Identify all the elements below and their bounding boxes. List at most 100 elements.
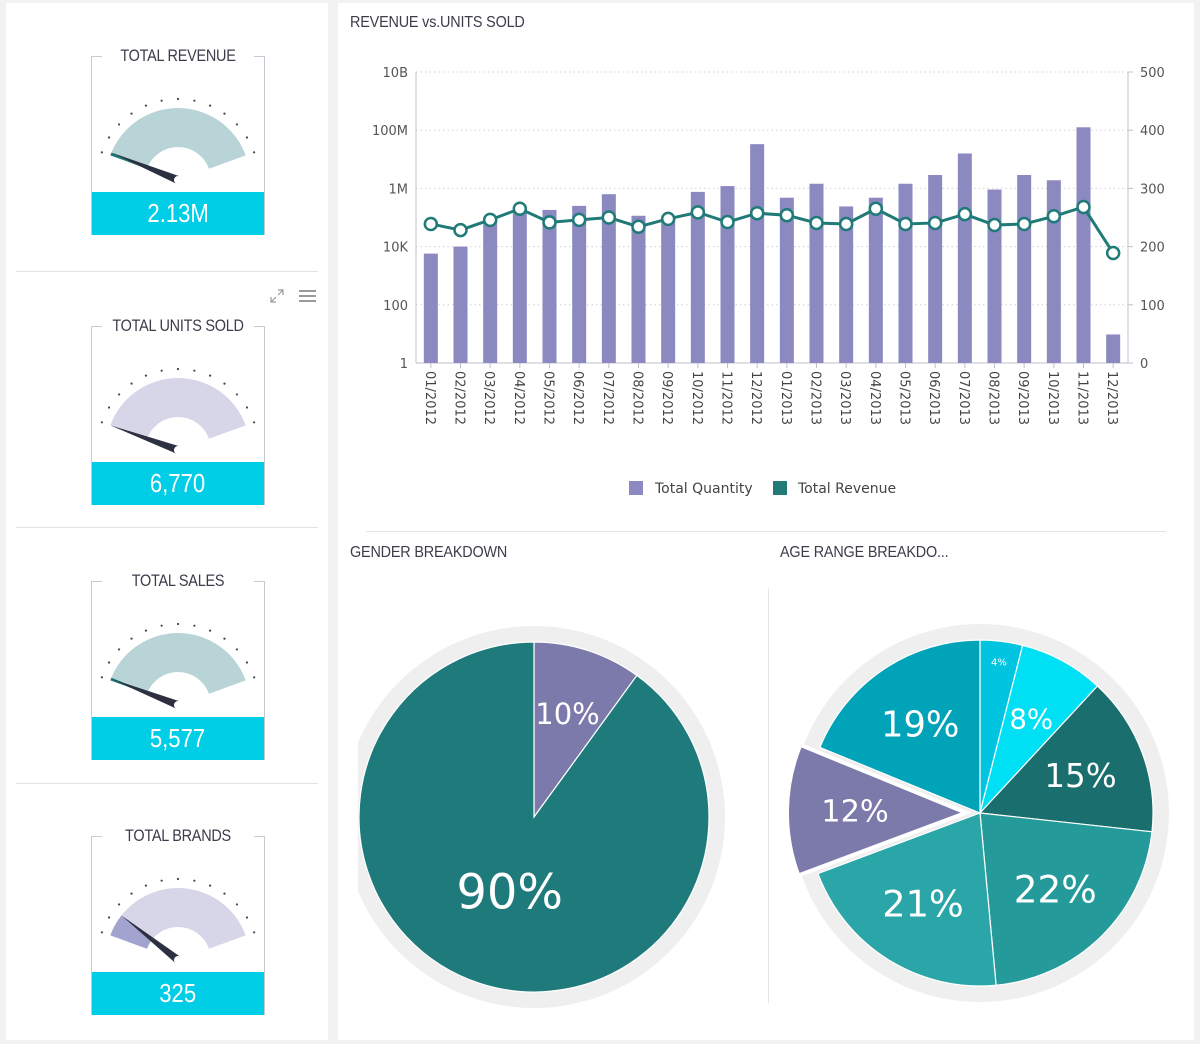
pie-slice (358, 641, 710, 993)
line-point (512, 201, 528, 216)
bar (572, 205, 587, 363)
legend-label-revenue: Total Revenue (797, 481, 896, 497)
gauge-tick (253, 421, 256, 424)
line-point (720, 214, 735, 230)
gauge-tick (208, 104, 212, 107)
left-axis-tick-label: 10B (383, 66, 408, 81)
gauge-tick (130, 637, 133, 640)
gauge-tick (208, 884, 212, 887)
pie-slice-label: 4% (991, 657, 1007, 668)
x-axis-tick-label: 11/2013 (1075, 371, 1090, 425)
kpi-value: 6,770 (92, 462, 264, 505)
gauge-icon: 0550,000 (100, 622, 256, 728)
x-axis-tick-label: 07/2012 (600, 371, 615, 425)
kpi-frame: TOTAL SALES 0550,000 5,577 (91, 571, 265, 760)
gauge-tick (130, 112, 133, 115)
right-axis-tick-label: 300 (1140, 182, 1165, 197)
gauge-band (110, 633, 246, 694)
gauge-tick (208, 629, 212, 632)
kpi-value: 5,577 (92, 717, 264, 760)
gauge-tick (176, 367, 180, 371)
x-axis-tick-label: 05/2012 (541, 371, 556, 425)
bar (957, 153, 972, 363)
line-point (1016, 216, 1032, 232)
kpi-total-revenue: TOTAL REVENUE 0125M 2.13M (16, 3, 318, 271)
gauge-tick (208, 374, 212, 377)
kpi-total-sales: TOTAL SALES 0550,000 5,577 (16, 527, 318, 783)
left-axis-tick-label: 1M (389, 182, 409, 197)
line-point (838, 216, 854, 232)
x-axis-tick-label: 11/2012 (719, 371, 734, 425)
line-point (482, 212, 498, 228)
x-axis-tick-label: 06/2012 (570, 371, 585, 425)
gauge-tick (223, 892, 226, 895)
gauge-tick (245, 136, 249, 139)
right-axis-tick-label: 100 (1140, 299, 1165, 314)
gauge-icon: 0125M (100, 97, 256, 203)
kpi-frame: TOTAL UNITS SOLD 0125M 6,770 (91, 316, 265, 505)
gauge-tick (117, 903, 121, 906)
kpi-total-brands: TOTAL BRANDS 02,500 325 (16, 783, 318, 1039)
line-point (927, 215, 943, 231)
gauge-tick (144, 104, 148, 107)
bar (542, 209, 557, 363)
bar (1076, 127, 1091, 363)
x-axis-tick-label: 01/2012 (422, 371, 437, 425)
gauge-tick (235, 903, 239, 906)
gauge-tick (160, 369, 163, 372)
bar (750, 144, 765, 363)
gauge-tick (144, 629, 148, 632)
x-axis-tick-label: 02/2013 (808, 371, 823, 425)
x-axis-tick-label: 09/2012 (659, 371, 674, 425)
gauge-tick (176, 877, 180, 881)
left-axis-tick-label: 100 (383, 299, 408, 314)
gauge-tick (117, 123, 121, 126)
gauge-tick (144, 884, 148, 887)
x-axis-tick-label: 05/2013 (897, 371, 912, 425)
gauge-tick (107, 916, 111, 919)
pie-slice-label: 90% (456, 865, 563, 921)
x-axis-tick-label: 07/2013 (956, 371, 971, 425)
gauge-tick (117, 393, 121, 396)
line-point (779, 207, 795, 223)
x-axis-tick-label: 12/2012 (748, 371, 763, 425)
gauge-tick (100, 931, 103, 934)
kpi-value: 2.13M (92, 192, 264, 235)
line-point (690, 205, 706, 220)
revenue-units-chart: 0 100 200 300 400 500 1 100 10K 1M 100M 10B 01/2012 0… (372, 66, 1165, 497)
gauge-tick (130, 892, 133, 895)
x-axis-tick-label: 08/2012 (630, 371, 645, 425)
line-point (987, 217, 1002, 233)
kpi-title: TOTAL REVENUE (120, 46, 236, 65)
left-axis-tick-label: 1 (400, 357, 408, 372)
gauge-tick (253, 676, 256, 679)
gauge-tick (100, 676, 103, 679)
kpi-frame: TOTAL BRANDS 02,500 325 (91, 826, 265, 1015)
gauge-tick (160, 99, 163, 102)
right-axis-tick-label: 400 (1140, 124, 1165, 139)
gauge-tick (193, 99, 196, 102)
x-axis-tick-label: 06/2013 (926, 371, 941, 425)
pie-slice-label: 22% (1014, 868, 1097, 912)
gauge-tick (193, 369, 196, 372)
line-point (809, 215, 824, 231)
pie-slice-label: 21% (882, 883, 964, 926)
x-axis-tick-label: 03/2013 (837, 371, 852, 425)
bar (453, 246, 468, 363)
age-chart-title: AGE RANGE BREAKDO... (780, 544, 949, 561)
line-point (542, 215, 557, 230)
right-axis-tick-label: 500 (1140, 66, 1165, 81)
x-axis-tick-label: 12/2013 (1104, 371, 1119, 425)
bar (987, 189, 1002, 363)
age-pie-chart: 4% 8% 15% 22% 21% 12% 19% (785, 624, 1169, 1002)
bar (1106, 334, 1121, 363)
bar (868, 197, 883, 363)
bar (898, 183, 913, 363)
line-point (423, 216, 439, 232)
bar (928, 175, 943, 363)
gauge-icon: 02,500 (100, 877, 256, 983)
kpi-title: TOTAL SALES (131, 571, 225, 590)
bar (1046, 180, 1061, 363)
bar (512, 209, 527, 363)
divider (366, 531, 1166, 532)
